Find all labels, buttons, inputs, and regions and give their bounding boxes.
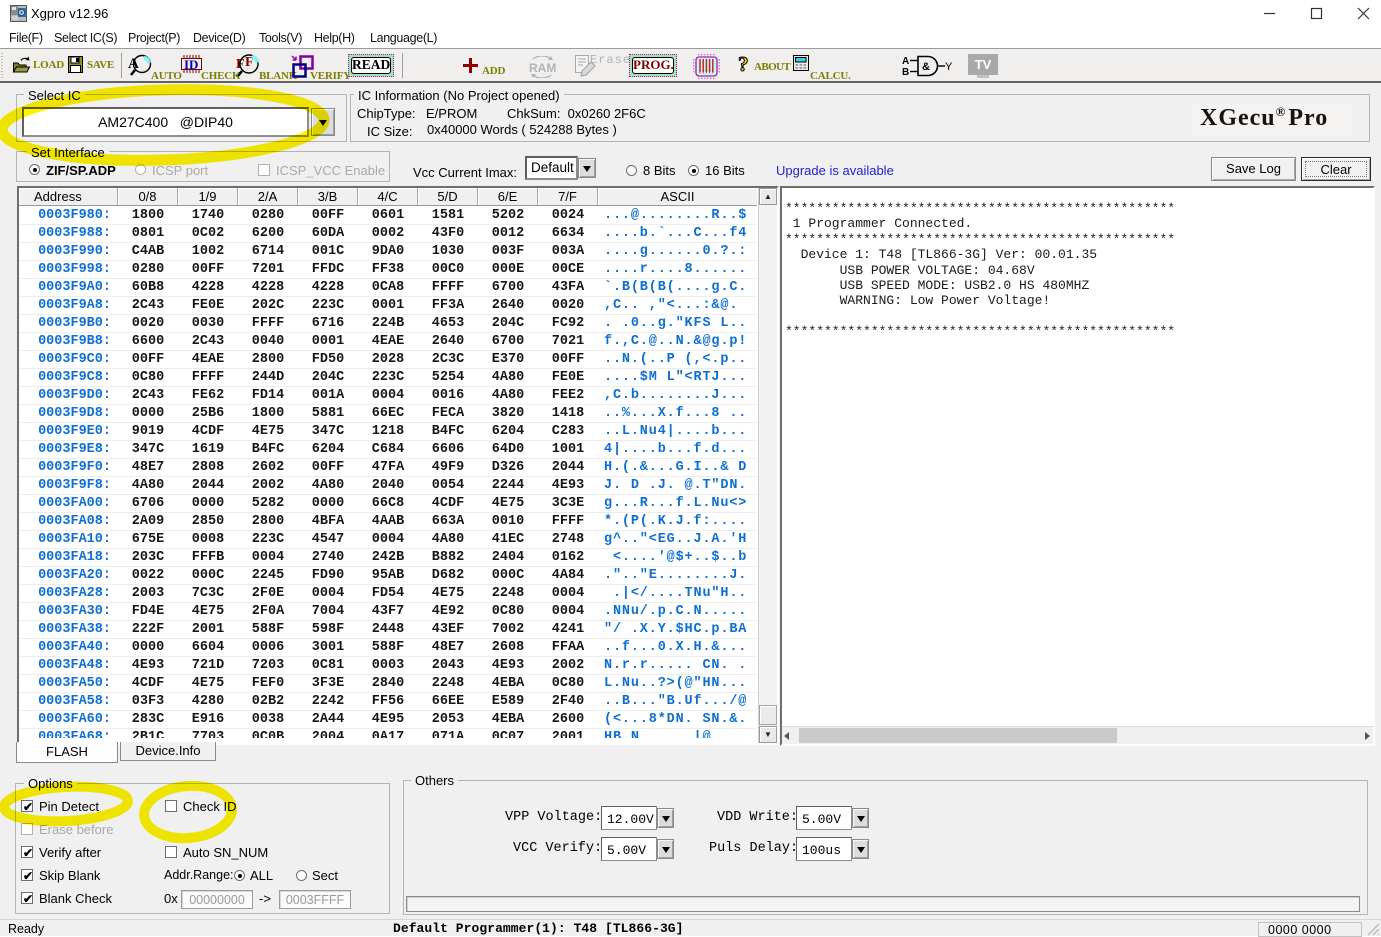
svg-text:Y: Y xyxy=(945,61,952,73)
svg-text:B: B xyxy=(902,67,909,77)
svg-text:A: A xyxy=(902,56,909,67)
svg-text:&: & xyxy=(922,61,930,73)
svg-text:RAM: RAM xyxy=(529,61,556,75)
svg-text:ID: ID xyxy=(184,57,198,72)
svg-text:?: ? xyxy=(738,54,749,76)
